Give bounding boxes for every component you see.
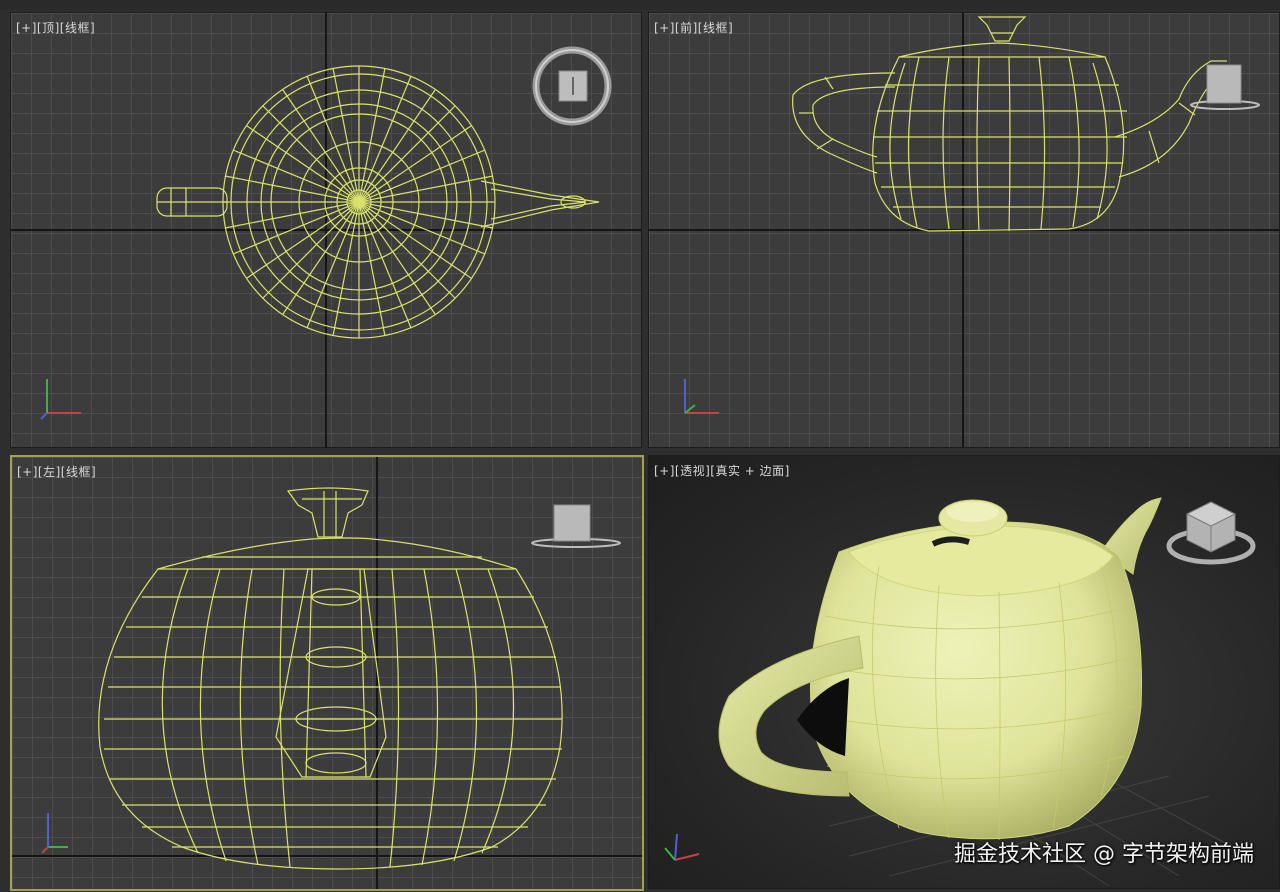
viewport-front[interactable]: [+][前][线框] [648, 12, 1280, 448]
viewport-shading-button[interactable]: [线框] [61, 465, 96, 479]
axis-tripod-icon [684, 379, 719, 414]
viewport-label: [+][透视][真实 + 边面] [654, 462, 790, 479]
viewport-view-button[interactable]: [前] [675, 21, 698, 35]
viewcube-icon[interactable] [528, 501, 624, 561]
viewcube-icon[interactable] [529, 43, 615, 129]
viewport-menu-button[interactable]: [+] [654, 21, 675, 35]
viewport-top[interactable]: [+][顶][线框] [10, 12, 642, 448]
viewcube-icon[interactable] [1183, 53, 1263, 123]
viewport-left[interactable]: [+][左][线框] [10, 455, 644, 891]
axis-tripod-icon [41, 813, 68, 854]
viewport-menu-button[interactable]: [+] [654, 464, 675, 478]
viewport-shading-button[interactable]: [线框] [698, 21, 733, 35]
viewport-view-button[interactable]: [透视] [675, 464, 710, 478]
viewport-label: [+][前][线框] [654, 19, 733, 36]
3dsmax-viewport-layout: [+][顶][线框] [+][前][线框] [+][左][线框] [+][透视]… [0, 0, 1280, 892]
viewport-view-button[interactable]: [顶] [37, 21, 60, 35]
viewport-label: [+][左][线框] [17, 463, 96, 480]
window-top-strip [0, 0, 1280, 10]
viewport-menu-button[interactable]: [+] [16, 21, 37, 35]
viewport-perspective[interactable]: [+][透视][真实 + 边面] [648, 455, 1280, 889]
viewport-label: [+][顶][线框] [16, 19, 95, 36]
viewport-view-button[interactable]: [左] [38, 465, 61, 479]
axis-tripod-icon [40, 379, 81, 420]
viewcube-icon[interactable] [1161, 496, 1261, 576]
viewport-shading-button[interactable]: [线框] [60, 21, 95, 35]
axis-tripod-icon [664, 833, 700, 861]
viewport-shading-button[interactable]: [真实 + 边面] [710, 464, 790, 478]
watermark: 掘金技术社区 @ 字节架构前端 [954, 842, 1254, 867]
viewport-menu-button[interactable]: [+] [17, 465, 38, 479]
